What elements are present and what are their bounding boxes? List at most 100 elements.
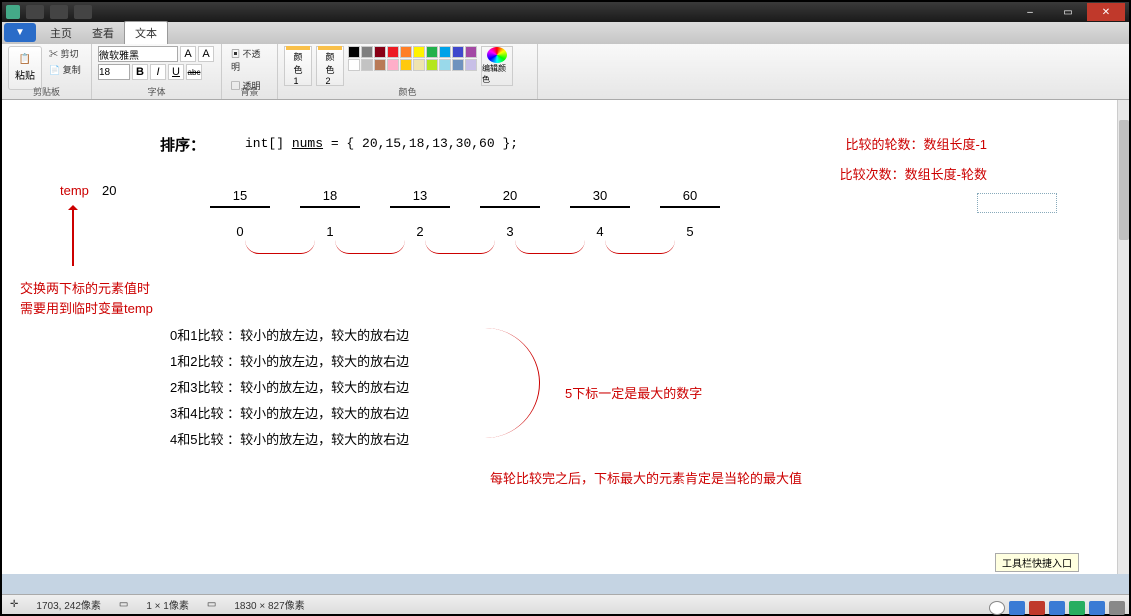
tab-home[interactable]: 主页 [40,22,82,44]
note-bottom: 每轮比较完之后，下标最大的元素肯定是当轮的最大值 [490,468,802,487]
vertical-scrollbar[interactable] [1117,100,1129,574]
color-swatch[interactable] [413,59,425,71]
taskbar-icon-5[interactable] [1069,601,1085,615]
strike-button[interactable]: abc [186,64,202,80]
color-swatch[interactable] [465,46,477,58]
step-line: 3和4比较 ：较小的放左边，较大的放右边 [170,401,409,427]
color-swatch[interactable] [452,46,464,58]
note-rounds: 比较的轮数：数组长度-1 [845,134,987,153]
color-swatch[interactable] [387,46,399,58]
color-swatch[interactable] [361,59,373,71]
tab-view[interactable]: 查看 [82,22,124,44]
color-swatch[interactable] [452,59,464,71]
array-cell: 203 [480,188,540,239]
cell-index: 5 [660,224,720,239]
color-swatch[interactable] [400,46,412,58]
note-swap-line2: 需要用到临时变量temp [20,298,153,317]
swap-arc-3-4 [515,240,585,254]
close-button[interactable]: ✕ [1087,3,1125,21]
document-canvas[interactable]: 排序： int[] nums = { 20,15,18,13,30,60 }; … [10,108,1097,566]
color-swatch[interactable] [374,46,386,58]
color-swatch[interactable] [439,46,451,58]
color-swatch[interactable] [426,59,438,71]
ribbon-group-font: A A B I U abc 字体 [92,44,222,99]
color-swatch[interactable] [348,59,360,71]
curve-bracket [460,328,540,438]
cursor-pos-icon: ✛ [10,599,18,610]
taskbar-icon-1[interactable] [989,601,1005,615]
cut-button[interactable]: ✂ 剪切 [46,46,84,61]
selection-size: 1 × 1像素 [146,597,189,612]
taskbar-icon-6[interactable] [1089,601,1105,615]
ribbon-group-background: ▣ 不透明 ▢ 透明 背景 [222,44,278,99]
color-swatch[interactable] [387,59,399,71]
step-line: 1和2比较 ：较小的放左边，较大的放右边 [170,349,409,375]
qat-save-icon[interactable] [26,5,44,19]
arrow-up-icon [72,206,74,266]
taskbar-icon-3[interactable] [1029,601,1045,615]
cut-icon: ✂ [49,49,58,59]
cell-value: 13 [390,188,450,208]
color-swatch[interactable] [348,46,360,58]
canvas-size-icon: ▭ [207,599,216,610]
maximize-button[interactable]: ▭ [1049,3,1087,21]
paste-label: 粘贴 [15,67,35,82]
grow-font-button[interactable]: A [180,46,196,62]
title-bar: 文本工具 – ▭ ✕ [2,2,1129,22]
color-swatch[interactable] [374,59,386,71]
cell-index: 4 [570,224,630,239]
minimize-button[interactable]: – [1011,3,1049,21]
note-times: 比较次数：数组长度-轮数 [840,164,987,183]
color-swatch[interactable] [465,59,477,71]
cell-value: 60 [660,188,720,208]
step-line: 0和1比较 ：较小的放左边，较大的放右边 [170,323,409,349]
shrink-font-button[interactable]: A [198,46,214,62]
edit-colors-button[interactable]: 编辑颜色 [481,46,513,86]
copy-button[interactable]: 📄 复制 [46,62,84,77]
array-visual: 150181132203304605 [210,188,720,239]
color2-button[interactable]: 颜 色 2 [316,46,344,86]
note-swap-line1: 交换两下标的元素值时 [20,278,150,297]
color-swatch[interactable] [400,59,412,71]
paste-button[interactable]: 📋 粘贴 [8,46,42,90]
color-swatch[interactable] [413,46,425,58]
opaque-button[interactable]: ▣ 不透明 [228,46,271,74]
taskbar-icon-4[interactable] [1049,601,1065,615]
swap-arc-0-1 [245,240,315,254]
cell-index: 3 [480,224,540,239]
color-swatch[interactable] [361,46,373,58]
font-family-select[interactable] [98,46,178,62]
taskbar-icon-2[interactable] [1009,601,1025,615]
color-swatch[interactable] [426,46,438,58]
cell-value: 18 [300,188,360,208]
swap-arc-1-2 [335,240,405,254]
step-line: 2和3比较 ：较小的放左边，较大的放右边 [170,375,409,401]
scroll-thumb[interactable] [1119,120,1129,240]
tab-text[interactable]: 文本 [124,21,168,44]
opaque-icon: ▣ [231,49,240,59]
color-palette [348,46,477,71]
qat-undo-icon[interactable] [50,5,68,19]
ribbon: 📋 粘贴 ✂ 剪切 📄 复制 剪贴板 A A B [2,44,1129,100]
text-edit-box[interactable] [977,193,1057,213]
group-label-font: 字体 [92,85,221,98]
italic-button[interactable]: I [150,64,166,80]
cell-index: 2 [390,224,450,239]
selection-icon: ▭ [119,599,128,610]
app-menu-button[interactable]: ▼ [4,23,36,42]
swap-arc-4-5 [605,240,675,254]
font-size-select[interactable] [98,64,130,80]
bold-button[interactable]: B [132,64,148,80]
temp-value: 20 [102,183,116,198]
paint-window: 文本工具 – ▭ ✕ ▼ 主页 查看 文本 📋 粘贴 ✂ 剪切 📄 复制 剪贴 [2,2,1129,614]
canvas-viewport[interactable]: 排序： int[] nums = { 20,15,18,13,30,60 }; … [2,100,1117,574]
color-swatch[interactable] [439,59,451,71]
color1-button[interactable]: 颜 色 1 [284,46,312,86]
qat-redo-icon[interactable] [74,5,92,19]
doc-heading: 排序： [160,134,205,155]
swap-arc-2-3 [425,240,495,254]
app-icon [6,5,20,19]
canvas-area: 排序： int[] nums = { 20,15,18,13,30,60 }; … [2,100,1129,594]
underline-button[interactable]: U [168,64,184,80]
taskbar-icon-7[interactable] [1109,601,1125,615]
